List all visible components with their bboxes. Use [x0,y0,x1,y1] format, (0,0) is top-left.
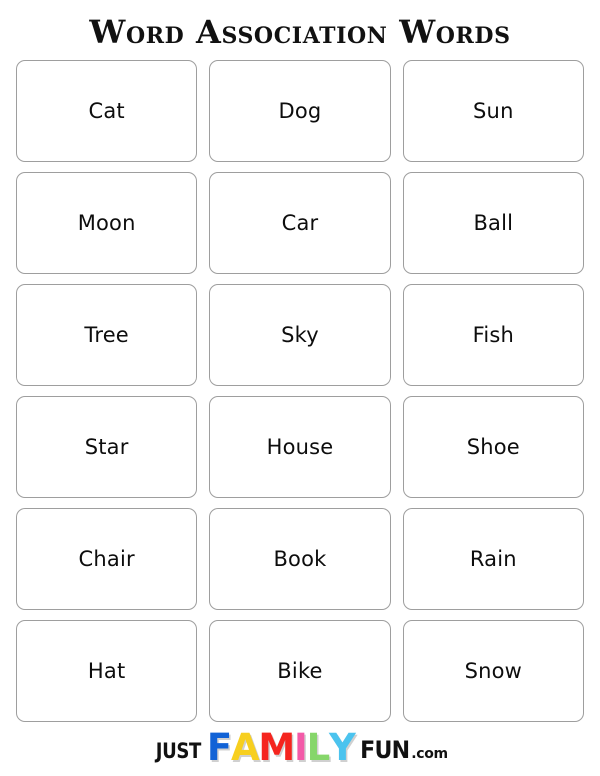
word-card-label: Star [84,435,129,459]
word-card-grid: Cat Dog Sun Moon Car Ball Tree Sky Fish Star House… [16,60,584,722]
footer: JUST FAMILY FUN .com [0,722,600,776]
logo-word-com: .com [411,745,448,762]
word-card-label: Chair [78,547,135,571]
word-card[interactable]: Sky [209,284,391,386]
word-card[interactable]: Fish [402,284,584,386]
logo-letter-f: F [206,725,232,769]
word-card-label: Book [273,547,327,571]
word-card-label: Shoe [466,435,520,459]
title-section: Word Association Words [0,0,600,60]
word-card[interactable]: Rain [402,508,584,610]
logo-letter-l: L [306,725,331,769]
word-card[interactable]: Sun [402,60,584,162]
word-card-label: Hat [87,659,126,683]
logo-letter-m: M [258,725,295,769]
word-card[interactable]: Moon [16,172,198,274]
word-card-label: Car [281,211,319,235]
word-card-label: Tree [84,323,129,347]
word-card[interactable]: Chair [16,508,198,610]
logo-letter-i: I [294,725,308,769]
word-card[interactable]: Car [209,172,391,274]
word-card-label: House [266,435,334,459]
word-card[interactable]: Hat [16,620,198,722]
word-card[interactable]: Snow [402,620,584,722]
word-card[interactable]: House [209,396,391,498]
word-card[interactable]: Book [209,508,391,610]
word-card-label: Cat [88,99,125,123]
word-card-label: Fish [472,323,515,347]
logo-word-family: FAMILY [206,725,356,769]
word-card[interactable]: Shoe [402,396,584,498]
logo-word-fun: FUN [359,735,410,764]
word-card-label: Ball [473,211,514,235]
word-card[interactable]: Star [16,396,198,498]
just-family-fun-logo[interactable]: JUST FAMILY FUN .com [152,725,448,769]
word-card-label: Snow [464,659,523,683]
word-card[interactable]: Ball [402,172,584,274]
word-card-label: Bike [277,659,323,683]
word-card[interactable]: Tree [16,284,198,386]
worksheet-page: Word Association Words Cat Dog Sun Moon Car B… [0,0,600,776]
page-title: Word Association Words [89,13,511,51]
logo-letter-a: A [230,725,260,769]
word-card[interactable]: Cat [16,60,198,162]
word-card[interactable]: Bike [209,620,391,722]
word-card-label: Moon [77,211,136,235]
logo-word-just: JUST [155,738,202,763]
word-card-label: Sun [473,99,514,123]
word-card[interactable]: Dog [209,60,391,162]
word-card-label: Sky [281,323,319,347]
word-card-label: Rain [469,547,517,571]
word-card-label: Dog [278,99,322,123]
logo-letter-y: Y [329,725,356,769]
